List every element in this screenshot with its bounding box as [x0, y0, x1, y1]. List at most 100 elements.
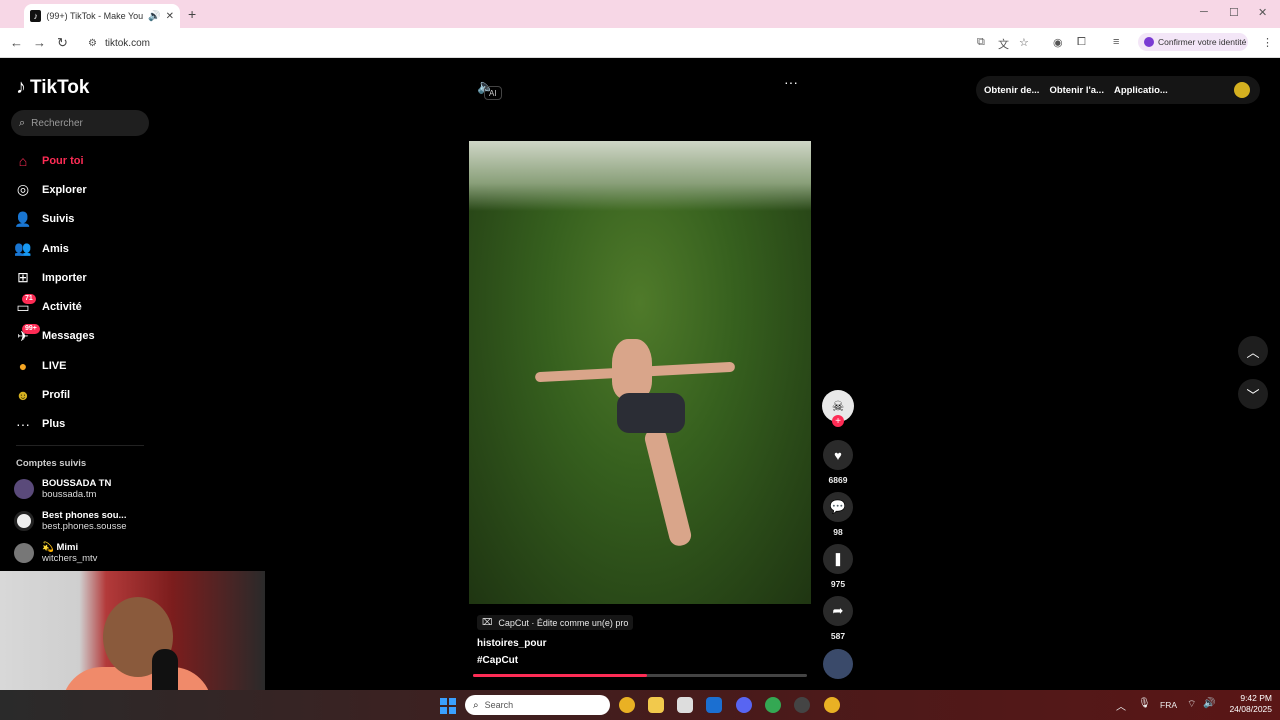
sidebar-item-live[interactable]: ● LIVE [14, 351, 154, 380]
taskbar-search[interactable]: ⌕ Search [465, 695, 610, 715]
friends-icon: 👥 [14, 240, 32, 257]
sidebar-item-pour-toi[interactable]: ⌂ Pour toi [14, 146, 154, 175]
browser-tab-bar: ♪ (99+) TikTok - Make Your D... 🔊 ✕ + ─ … [0, 0, 1280, 28]
new-tab-button[interactable]: + [188, 6, 196, 22]
search-box[interactable]: ⌕ [11, 110, 149, 136]
chrome-profile-icon[interactable] [765, 697, 781, 713]
sidebar-item-label: LIVE [42, 359, 67, 372]
sidebar-item-activite[interactable]: ▭ 71 Activité [14, 292, 154, 321]
site-info-icon[interactable]: ⚙ [88, 38, 97, 49]
bookmark-icon[interactable]: ❚ [823, 544, 853, 574]
tab-close-icon[interactable]: ✕ [166, 11, 174, 22]
clock-date: 24/08/2025 [1229, 704, 1272, 714]
sidebar-item-amis[interactable]: 👥 Amis [14, 234, 154, 263]
diver-shorts [617, 393, 685, 433]
sidebar-item-plus[interactable]: ··· Plus [14, 410, 154, 439]
sidebar-item-label: Profil [42, 389, 71, 402]
following-account[interactable]: 💫 Mimi witchers_mtv [14, 542, 97, 564]
sidebar-item-profil[interactable]: ☻ Profil [14, 380, 154, 409]
messages-badge: 99+ [22, 323, 40, 334]
video-username[interactable]: histoires_pour [477, 638, 807, 649]
minimize-icon[interactable]: ─ [1200, 6, 1208, 18]
sidebar-item-explorer[interactable]: ◎ Explorer [14, 175, 154, 204]
obs-icon[interactable] [794, 697, 810, 713]
tab-audio-icon[interactable]: 🔊 [148, 11, 160, 22]
follow-plus-icon[interactable]: + [832, 415, 844, 427]
file-explorer-icon[interactable] [648, 697, 664, 713]
discord-icon[interactable] [736, 697, 752, 713]
heart-icon[interactable]: ♥ [823, 440, 853, 470]
save-action[interactable]: ❚ 975 [822, 544, 854, 589]
following-account[interactable]: Best phones sou... best.phones.sousse [14, 510, 127, 532]
reading-list-icon[interactable]: ≡ [1113, 36, 1119, 48]
video-caption: ⌧ CapCut · Édite comme un(e) pro histoir… [477, 615, 807, 666]
diver-body [612, 339, 652, 399]
comment-icon[interactable]: 💬 [823, 492, 853, 522]
music-disc-avatar[interactable] [823, 649, 853, 679]
diver-legs [642, 426, 694, 548]
install-icon[interactable]: ⧉ [977, 36, 985, 49]
url-field[interactable]: ⚙ tiktok.com [82, 32, 962, 54]
following-account[interactable]: BOUSSADA TN boussada.tm [14, 478, 111, 500]
sidebar-item-label: Importer [42, 271, 87, 284]
capcut-anchor[interactable]: ⌧ CapCut · Édite comme un(e) pro [477, 615, 634, 630]
sidebar-item-messages[interactable]: ✈ 99+ Messages [14, 322, 154, 351]
url-text: tiktok.com [104, 37, 150, 49]
share-icon[interactable]: ➦ [823, 596, 853, 626]
sidebar-item-label: Messages [42, 330, 95, 343]
sidebar-item-importer[interactable]: ⊞ Importer [14, 263, 154, 292]
wifi-icon[interactable]: ⌔ [1187, 698, 1196, 711]
extension-icon[interactable]: ◉ [1053, 36, 1063, 49]
upload-icon: ⊞ [17, 269, 29, 286]
comment-count: 98 [833, 527, 843, 537]
desktop-app-button[interactable]: Applicatio... [1114, 85, 1168, 96]
search-icon: ⌕ [473, 699, 479, 711]
browser-menu-icon[interactable]: ⋮ [1262, 36, 1273, 49]
chrome-active-icon[interactable] [824, 697, 840, 713]
tiktok-note-icon: ♪ [16, 76, 26, 98]
browser-tab-tiktok[interactable]: ♪ (99+) TikTok - Make Your D... 🔊 ✕ [24, 4, 180, 28]
get-app-button[interactable]: Obtenir l'a... [1049, 85, 1104, 96]
sidebar-item-label: Activité [42, 301, 82, 314]
video-more-icon[interactable]: ··· [784, 74, 798, 90]
store-icon[interactable] [677, 697, 693, 713]
microphone-tray-icon[interactable]: 🎙 [1138, 698, 1151, 709]
window-close-icon[interactable]: ✕ [1258, 6, 1267, 19]
video-player[interactable] [469, 141, 811, 604]
back-icon[interactable]: ← [10, 35, 23, 50]
like-action[interactable]: ♥ 6869 [822, 440, 854, 485]
tiktok-logo[interactable]: ♪ TikTok [16, 76, 89, 99]
user-avatar[interactable] [1234, 82, 1250, 98]
search-icon: ⌕ [19, 116, 26, 129]
extensions-puzzle-icon[interactable]: ⧠ [1077, 36, 1086, 49]
windows-start-icon[interactable] [440, 698, 456, 714]
bookmark-star-icon[interactable]: ☆ [1019, 36, 1029, 49]
video-progress-bar[interactable] [473, 674, 807, 677]
capcut-icon: ⌧ [482, 617, 493, 627]
activity-badge: 71 [22, 294, 36, 305]
logo-text: TikTok [30, 76, 90, 98]
get-coins-button[interactable]: Obtenir de... [984, 85, 1039, 96]
account-name: 💫 Mimi [42, 542, 79, 553]
reload-icon[interactable]: ↻ [57, 35, 68, 51]
capcut-label: CapCut · Édite comme un(e) pro [498, 617, 629, 628]
previous-video-button[interactable]: ︿ [1238, 336, 1268, 366]
maximize-icon[interactable]: ☐ [1229, 6, 1239, 19]
taskbar-clock[interactable]: 9:42 PM 24/08/2025 [1222, 693, 1272, 715]
profile-confirm-pill[interactable]: Confirmer votre identité [1138, 33, 1248, 51]
outlook-icon[interactable] [706, 697, 722, 713]
translate-icon[interactable]: 文 [998, 36, 1009, 52]
comment-action[interactable]: 💬 98 [822, 492, 854, 537]
like-count: 6869 [828, 475, 848, 485]
video-hashtag[interactable]: #CapCut [477, 655, 807, 666]
speaker-icon[interactable]: 🔊 [1203, 698, 1215, 709]
chrome-icon[interactable] [619, 697, 635, 713]
clock-time: 9:42 PM [1240, 693, 1272, 703]
search-input[interactable] [31, 117, 132, 129]
forward-icon[interactable]: → [33, 35, 46, 50]
tray-chevron-icon[interactable]: ︿ [1116, 698, 1126, 713]
next-video-button[interactable]: ﹀ [1238, 379, 1268, 409]
share-action[interactable]: ➦ 587 [822, 596, 854, 641]
sidebar-item-suivis[interactable]: 👤 Suivis [14, 205, 154, 234]
language-indicator[interactable]: FRA [1160, 700, 1177, 710]
